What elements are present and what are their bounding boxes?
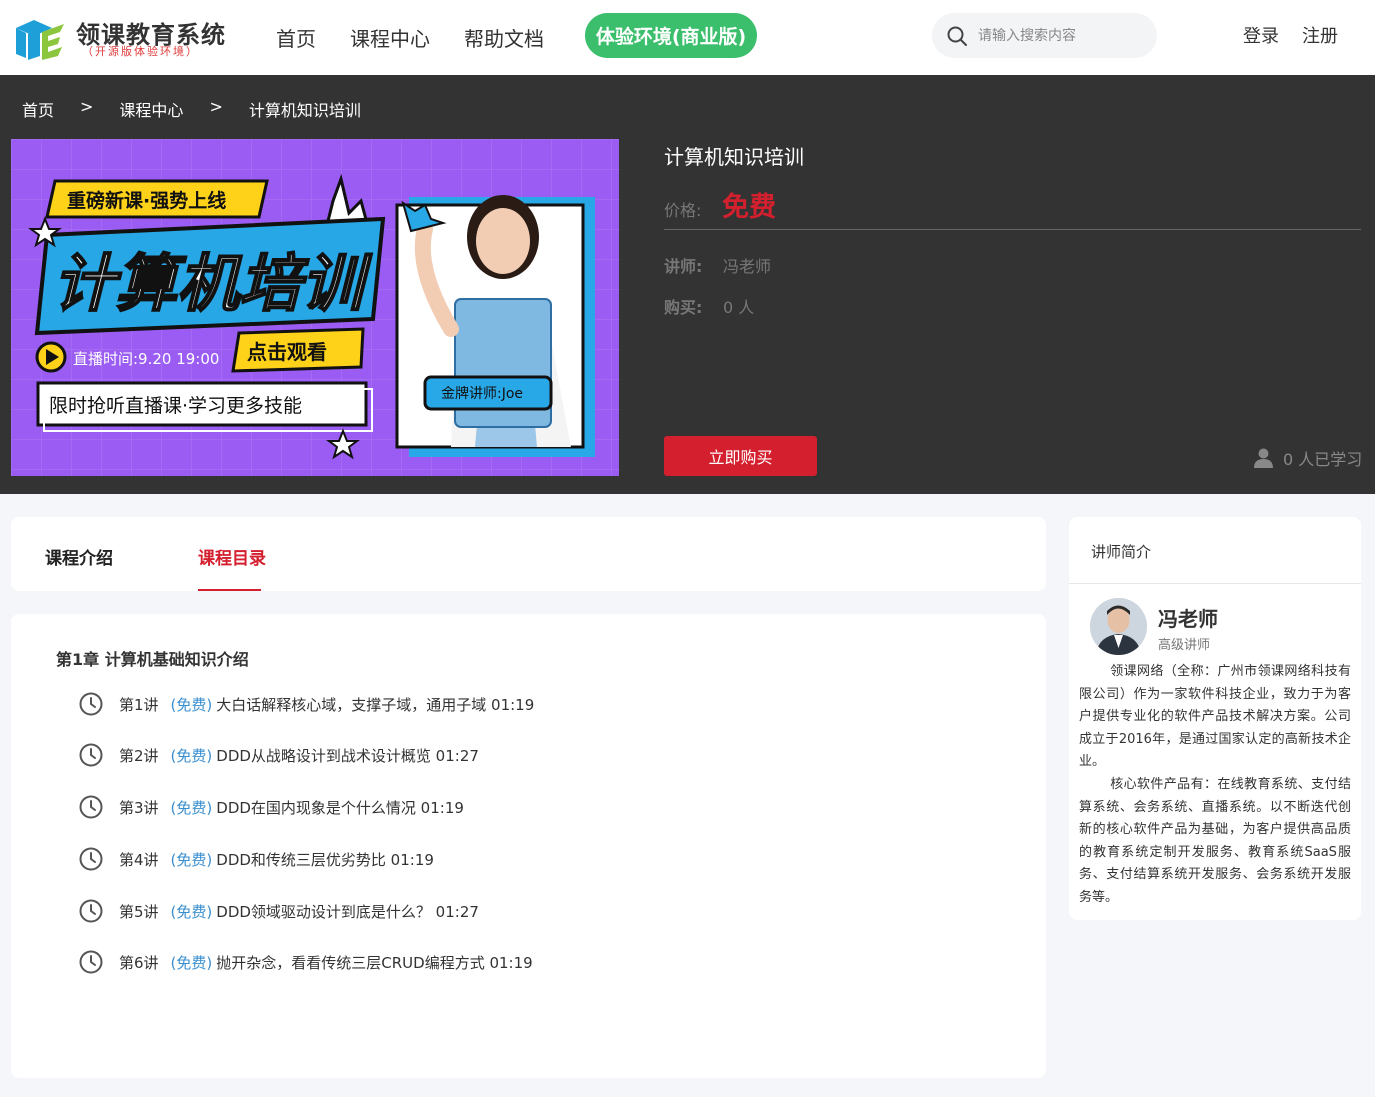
teacher-bio-paragraph: 核心软件产品有：在线教育系统、支付结算系统、会务系统、直播系统。以不断迭代创新的… [1079, 776, 1351, 905]
lesson-title: 抛开杂念，看看传统三层CRUD编程方式 01:19 [216, 953, 533, 972]
nav-course-center[interactable]: 课程中心 [350, 23, 430, 52]
lesson-free-tag: (免费) [170, 798, 213, 817]
breadcrumb-home[interactable]: 首页 [22, 97, 54, 121]
lesson-free-tag: (免费) [170, 746, 213, 765]
teacher-avatar [1090, 598, 1147, 655]
user-icon [1254, 448, 1273, 468]
banner-slogan: 限时抢听直播课·学习更多技能 [49, 395, 302, 417]
clock-icon [79, 899, 103, 923]
teacher-card-heading: 讲师简介 [1091, 543, 1152, 561]
teacher-value: 冯老师 [723, 257, 772, 276]
buyers-value: 0 人 [723, 298, 755, 317]
buyers-label: 购买: [664, 298, 703, 317]
banner-tag: 重磅新课·强势上线 [67, 189, 226, 212]
logo-subtitle: （开源版体验环境） [82, 45, 199, 58]
lesson-number: 第2讲 [119, 746, 159, 765]
nav-home[interactable]: 首页 [276, 23, 316, 52]
nav-help-docs[interactable]: 帮助文档 [464, 23, 544, 52]
teacher-name: 冯老师 [1158, 607, 1218, 631]
lesson-item[interactable]: 第1讲 (免费) 大白话解释核心域，支撑子域，通用子域 01:19 [79, 691, 534, 717]
lesson-item[interactable]: 第2讲 (免费) DDD从战略设计到战术设计概览 01:27 [79, 742, 479, 768]
course-catalog: 第1章 计算机基础知识介绍 第1讲 (免费) 大白话解释核心域，支撑子域，通用子… [11, 614, 1046, 1078]
search-box [932, 13, 1157, 58]
teacher-title: 高级讲师 [1158, 638, 1211, 653]
teacher-intro-card: 讲师简介 冯老师 高级讲师 领课网络（全称：广州市领课网络科技有限公司）作为一家… [1069, 517, 1361, 920]
register-link[interactable]: 注册 [1302, 22, 1338, 48]
course-hero: 首页 > 课程中心 > 计算机知识培训 重磅新课·强势上线 计算机培训 直播时间… [0, 75, 1375, 494]
search-input[interactable] [978, 13, 1148, 58]
hero-divider [664, 229, 1361, 230]
main-nav: 首页 课程中心 帮助文档 [276, 0, 578, 75]
logo-icon [16, 20, 64, 60]
site-logo[interactable]: 领课教育系统 （开源版体验环境） [12, 14, 227, 62]
learner-count-text: 0 人已学习 [1283, 450, 1363, 469]
lesson-number: 第1讲 [119, 695, 159, 714]
teacher-bio-paragraph: 领课网络（全称：广州市领课网络科技有限公司）作为一家软件科技企业，致力于为客户提… [1079, 664, 1351, 770]
clock-icon [79, 847, 103, 871]
breadcrumb-separator: > [209, 97, 223, 116]
lesson-number: 第4讲 [119, 850, 159, 869]
clock-icon [79, 795, 103, 819]
teacher-label: 讲师: [664, 257, 703, 276]
lesson-title: DDD领域驱动设计到底是什么？ 01:27 [216, 902, 479, 921]
active-tab-indicator [198, 589, 261, 591]
banner-headline: 计算机培训 [53, 247, 373, 320]
tab-course-intro[interactable]: 课程介绍 [45, 544, 113, 569]
breadcrumb: 首页 > 课程中心 > 计算机知识培训 [22, 97, 387, 121]
lesson-title: DDD从战略设计到战术设计概览 01:27 [216, 746, 479, 765]
lesson-item[interactable]: 第4讲 (免费) DDD和传统三层优劣势比 01:19 [79, 846, 434, 872]
lesson-item[interactable]: 第5讲 (免费) DDD领域驱动设计到底是什么？ 01:27 [79, 898, 479, 924]
lesson-number: 第3讲 [119, 798, 159, 817]
breadcrumb-course-center[interactable]: 课程中心 [119, 97, 183, 121]
clock-icon [79, 743, 103, 767]
buy-now-button[interactable]: 立即购买 [664, 436, 817, 476]
banner-teacher-badge: 金牌讲师:Joe [441, 385, 523, 402]
teacher-card-divider [1069, 583, 1361, 584]
tab-course-catalog[interactable]: 课程目录 [198, 544, 266, 569]
lesson-number: 第6讲 [119, 953, 159, 972]
chapter-title: 第1章 计算机基础知识介绍 [56, 650, 249, 669]
top-header: 领课教育系统 （开源版体验环境） 首页 课程中心 帮助文档 体验环境(商业版) … [0, 0, 1375, 75]
lesson-item[interactable]: 第3讲 (免费) DDD在国内现象是个什么情况 01:19 [79, 794, 464, 820]
lesson-title: DDD和传统三层优劣势比 01:19 [216, 850, 434, 869]
lesson-title: DDD在国内现象是个什么情况 01:19 [216, 798, 464, 817]
course-cover-image[interactable]: 重磅新课·强势上线 计算机培训 直播时间:9.20 19:00 点击观看 限时抢… [11, 139, 619, 476]
lesson-item[interactable]: 第6讲 (免费) 抛开杂念，看看传统三层CRUD编程方式 01:19 [79, 949, 533, 975]
clock-icon [79, 692, 103, 716]
banner-watch: 点击观看 [247, 340, 327, 364]
lesson-free-tag: (免费) [170, 695, 213, 714]
search-icon[interactable] [946, 25, 968, 47]
banner-live-time: 直播时间:9.20 19:00 [73, 350, 219, 368]
login-link[interactable]: 登录 [1243, 22, 1279, 48]
course-tabs: 课程介绍 课程目录 [11, 517, 1046, 591]
lesson-free-tag: (免费) [170, 953, 213, 972]
lesson-free-tag: (免费) [170, 902, 213, 921]
commercial-demo-button[interactable]: 体验环境(商业版) [585, 13, 757, 58]
banner-graphic: 重磅新课·强势上线 计算机培训 直播时间:9.20 19:00 点击观看 限时抢… [11, 139, 619, 476]
lesson-title: 大白话解释核心域，支撑子域，通用子域 01:19 [216, 695, 535, 714]
clock-icon [79, 950, 103, 974]
learner-count: 0 人已学习 [1254, 446, 1362, 470]
course-title: 计算机知识培训 [664, 145, 804, 169]
avatar-image [1090, 598, 1147, 655]
breadcrumb-separator: > [80, 97, 94, 116]
breadcrumb-current: 计算机知识培训 [248, 101, 361, 120]
teacher-bio: 领课网络（全称：广州市领课网络科技有限公司）作为一家软件科技企业，致力于为客户提… [1079, 661, 1351, 910]
lesson-number: 第5讲 [119, 902, 159, 921]
price-value: 免费 [722, 192, 776, 223]
price-label: 价格: [664, 201, 702, 220]
lesson-free-tag: (免费) [170, 850, 213, 869]
